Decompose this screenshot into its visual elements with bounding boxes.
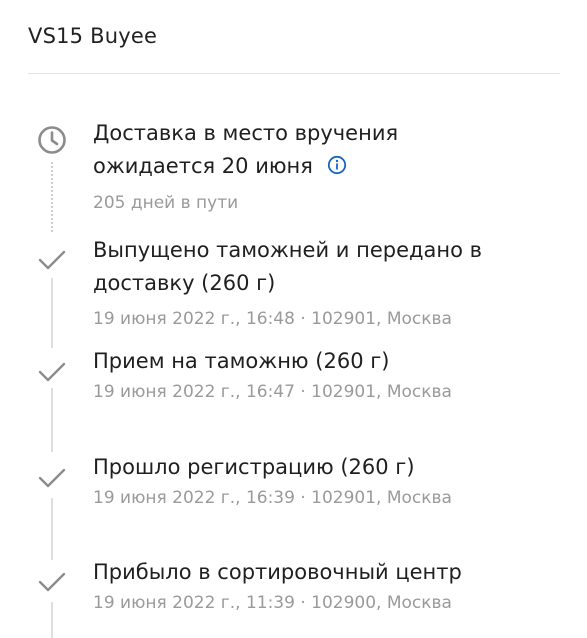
delivery-status-text: Доставка в место вручения ожидается 20 и… xyxy=(93,117,563,183)
timeline-connector xyxy=(51,388,53,452)
delivery-status-line1: Доставка в место вручения xyxy=(93,121,399,145)
check-icon xyxy=(38,468,66,488)
check-icon xyxy=(38,250,66,270)
timeline-connector-pending xyxy=(51,162,53,232)
event-details: 19 июня 2022 г., 16:47 · 102901, Москва xyxy=(93,382,452,402)
event-title-line2: доставку (260 г) xyxy=(93,271,276,295)
clock-icon xyxy=(38,126,66,154)
check-icon xyxy=(38,362,66,382)
event-details: 19 июня 2022 г., 16:48 · 102901, Москва xyxy=(93,309,452,329)
timeline-connector xyxy=(51,602,53,638)
delivery-status-line2: ожидается 20 июня xyxy=(93,150,563,183)
event-details: 19 июня 2022 г., 16:39 · 102901, Москва xyxy=(93,488,452,508)
check-icon xyxy=(38,572,66,592)
timeline-connector xyxy=(51,498,53,560)
info-icon[interactable] xyxy=(327,155,347,175)
days-in-transit: 205 дней в пути xyxy=(93,193,239,213)
event-title-line1: Выпущено таможней и передано в xyxy=(93,238,483,262)
delivery-expected-date: ожидается 20 июня xyxy=(93,154,313,178)
event-details: 19 июня 2022 г., 11:39 · 102900, Москва xyxy=(93,593,452,613)
event-title: Выпущено таможней и передано в доставку … xyxy=(93,234,563,300)
tracking-timeline: Доставка в место вручения ожидается 20 и… xyxy=(0,0,587,638)
event-title: Прием на таможню (260 г) xyxy=(93,349,390,373)
timeline-connector xyxy=(51,278,53,348)
event-title: Прошло регистрацию (260 г) xyxy=(93,455,415,479)
tracking-screen: VS15 Buyee Доставка в место вручения ожи… xyxy=(0,0,587,638)
event-title: Прибыло в сортировочный центр xyxy=(93,560,462,584)
